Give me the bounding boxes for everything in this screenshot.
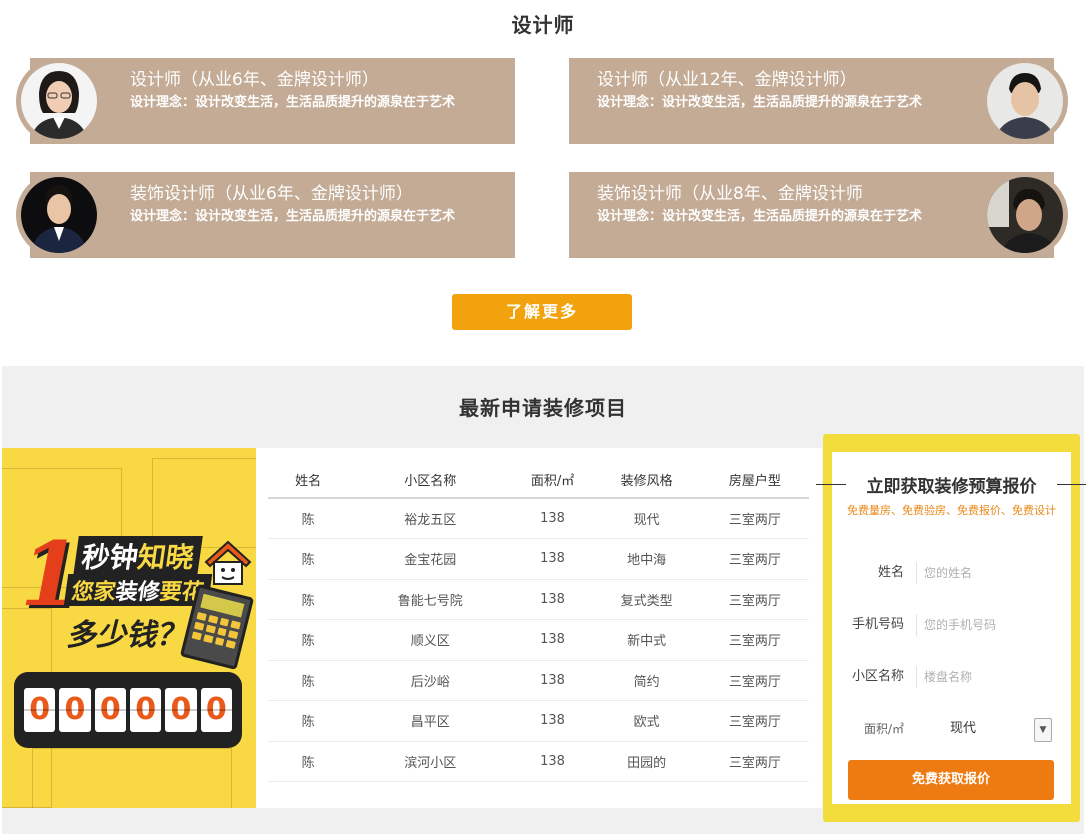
community-row: 小区名称 (832, 662, 1071, 692)
table-row: 陈昌平区 138 欧式 三室两厅 (268, 700, 809, 742)
cell-name: 陈 (268, 700, 349, 742)
cell-community: 昌平区 (348, 700, 513, 742)
promo-line-1: 秒钟知晓 (73, 536, 203, 576)
cell-style: 复式类型 (592, 579, 701, 620)
promo-line-2: 您家装修要花 (63, 574, 213, 606)
phone-row: 手机号码 (832, 610, 1071, 640)
cell-area: 138 (512, 579, 593, 620)
cell-layout: 三室两厅 (700, 741, 809, 782)
cell-layout: 三室两厅 (700, 498, 809, 539)
cell-style: 简约 (592, 660, 701, 701)
designers-section-title: 设计师 (511, 13, 575, 37)
cell-area: 138 (512, 619, 593, 661)
designer-card[interactable]: 设计师（从业12年、金牌设计师） 设计理念：设计改变生活，生活品质提升的源泉在于… (569, 58, 1068, 144)
designer-avatar (16, 172, 102, 258)
table-row: 陈鲁能七号院 138 复式类型 三室两厅 (268, 579, 809, 620)
cell-style: 欧式 (592, 700, 701, 742)
cell-style: 地中海 (592, 538, 701, 580)
counter-digit: 0 (200, 688, 233, 732)
table-row: 陈金宝花园 138 地中海 三室两厅 (268, 538, 809, 580)
cell-name: 陈 (268, 579, 349, 620)
designer-idea: 设计理念：设计改变生活，生活品质提升的源泉在于艺术 (597, 209, 923, 224)
column-header-layout: 房屋户型 (700, 462, 809, 499)
designer-name: 装饰设计师（从业6年、金牌设计师） (130, 184, 413, 204)
quote-counter: 0 0 0 0 0 0 (14, 672, 242, 748)
column-header-style: 装修风格 (592, 462, 701, 499)
table-header-row: 姓名 小区名称 面积/㎡ 装修风格 房屋户型 (268, 462, 809, 499)
cell-community: 金宝花园 (348, 538, 513, 580)
cell-name: 陈 (268, 619, 349, 661)
projects-section-title: 最新申请装修项目 (459, 396, 627, 420)
designer-avatar (982, 172, 1068, 258)
designer-idea: 设计理念：设计改变生活，生活品质提升的源泉在于艺术 (130, 209, 456, 224)
name-label: 姓名 (877, 565, 904, 580)
column-header-area: 面积/㎡ (512, 462, 593, 499)
learn-more-button[interactable]: 了解更多 (452, 294, 632, 330)
designer-name: 设计师（从业6年、金牌设计师） (130, 70, 379, 90)
cell-layout: 三室两厅 (700, 619, 809, 661)
counter-digit: 0 (129, 688, 162, 732)
column-header-community: 小区名称 (348, 462, 513, 499)
house-icon (204, 540, 252, 585)
projects-table: 姓名 小区名称 面积/㎡ 装修风格 房屋户型 陈裕龙五区 138 现代 三室两厅陈金宝… (268, 462, 809, 782)
name-input[interactable] (924, 558, 1058, 588)
phone-input[interactable] (924, 610, 1058, 640)
cell-layout: 三室两厅 (700, 538, 809, 580)
cell-name: 陈 (268, 741, 349, 782)
designer-avatar (982, 58, 1068, 144)
cell-layout: 三室两厅 (700, 700, 809, 742)
community-input[interactable] (924, 662, 1058, 692)
cell-style: 田园的 (592, 741, 701, 782)
area-style-row: 面积/㎡ 现代 ▼ (832, 714, 1071, 744)
cell-layout: 三室两厅 (700, 660, 809, 701)
chevron-down-icon[interactable]: ▼ (1034, 718, 1052, 742)
designer-idea: 设计理念：设计改变生活，生活品质提升的源泉在于艺术 (597, 95, 923, 110)
designer-idea: 设计理念：设计改变生活，生活品质提升的源泉在于艺术 (130, 95, 456, 110)
cell-community: 裕龙五区 (348, 498, 513, 539)
designer-name: 设计师（从业12年、金牌设计师） (597, 70, 857, 90)
cell-area: 138 (512, 700, 593, 742)
quote-form: 立即获取装修预算报价 免费量房、免费验房、免费报价、免费设计 姓名 手机号码 小… (816, 452, 1086, 804)
phone-label: 手机号码 (851, 617, 904, 632)
designer-card[interactable]: 装饰设计师（从业6年、金牌设计师） 设计理念：设计改变生活，生活品质提升的源泉在… (16, 172, 515, 258)
designer-card[interactable]: 装饰设计师（从业8年、金牌设计师 设计理念：设计改变生活，生活品质提升的源泉在于… (569, 172, 1068, 258)
table-row: 陈顺义区 138 新中式 三室两厅 (268, 619, 809, 661)
cell-community: 后沙峪 (348, 660, 513, 701)
cell-style: 新中式 (592, 619, 701, 661)
cell-area: 138 (512, 498, 593, 539)
counter-digit: 0 (165, 688, 197, 732)
table-row: 陈滨河小区 138 田园的 三室两厅 (268, 741, 809, 782)
column-header-name: 姓名 (268, 462, 349, 499)
cell-community: 鲁能七号院 (348, 579, 513, 620)
community-label: 小区名称 (851, 669, 904, 684)
quote-form-subtitle: 免费量房、免费验房、免费报价、免费设计 (847, 504, 1056, 517)
promo-line-3: 多少钱？ (66, 618, 186, 653)
cell-community: 顺义区 (348, 619, 513, 661)
quote-form-title: 立即获取装修预算报价 (816, 472, 1086, 497)
counter-digit: 0 (59, 688, 91, 732)
table-row: 陈后沙峪 138 简约 三室两厅 (268, 660, 809, 701)
name-row: 姓名 (832, 558, 1071, 588)
designer-avatar (16, 58, 102, 144)
cell-name: 陈 (268, 538, 349, 580)
cell-style: 现代 (592, 498, 701, 539)
designer-card[interactable]: 设计师（从业6年、金牌设计师） 设计理念：设计改变生活，生活品质提升的源泉在于艺… (16, 58, 515, 144)
projects-table-panel: 姓名 小区名称 面积/㎡ 装修风格 房屋户型 陈裕龙五区 138 现代 三室两厅陈金宝… (256, 448, 822, 808)
quote-promo-banner[interactable]: 1 秒钟知晓 您家装修要花 多少钱？ 0 0 0 0 0 0 (2, 448, 256, 808)
cell-area: 138 (512, 741, 593, 782)
get-quote-button[interactable]: 免费获取报价 (848, 760, 1054, 800)
cell-name: 陈 (268, 498, 349, 539)
table-row: 陈裕龙五区 138 现代 三室两厅 (268, 498, 809, 539)
cell-name: 陈 (268, 660, 349, 701)
cell-community: 滨河小区 (348, 741, 513, 782)
quote-form-frame: 立即获取装修预算报价 免费量房、免费验房、免费报价、免费设计 姓名 手机号码 小… (816, 434, 1086, 822)
style-select-value[interactable]: 现代 (950, 714, 976, 744)
cell-area: 138 (512, 538, 593, 580)
cell-area: 138 (512, 660, 593, 701)
counter-digit: 0 (24, 688, 56, 732)
area-label: 面积/㎡ (863, 722, 904, 736)
designer-name: 装饰设计师（从业8年、金牌设计师 (597, 184, 863, 204)
cell-layout: 三室两厅 (700, 579, 809, 620)
counter-digit: 0 (94, 688, 127, 732)
